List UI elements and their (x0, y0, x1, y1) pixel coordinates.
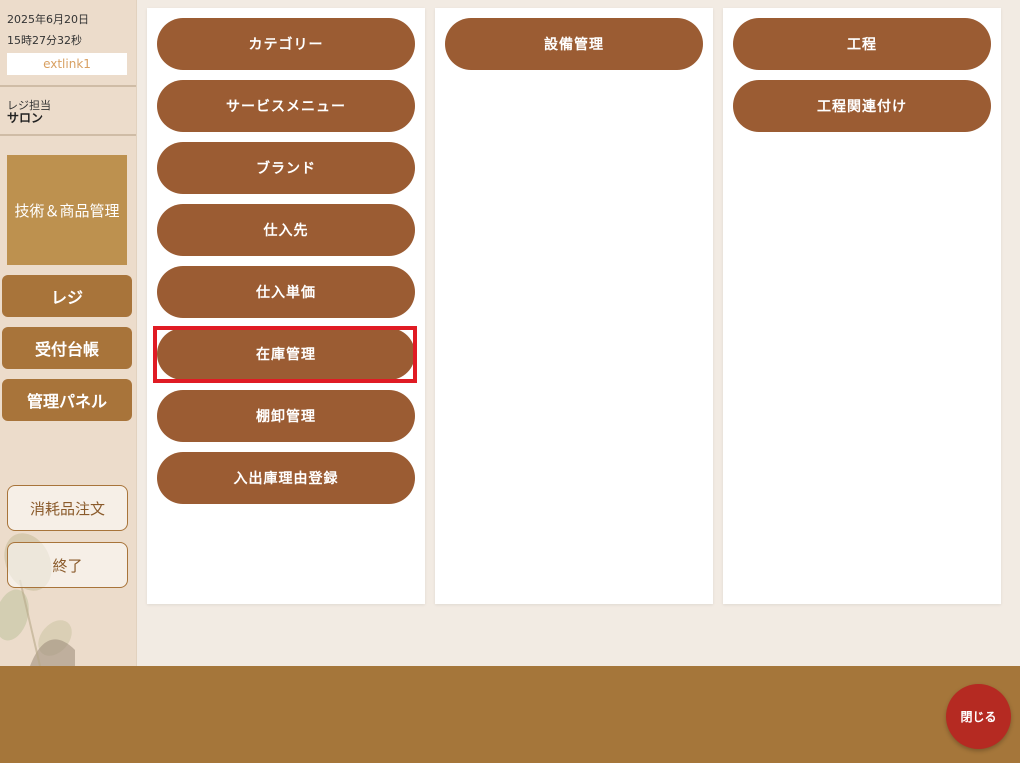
process-association-button[interactable]: 工程関連付け (733, 80, 991, 132)
footer-bar (0, 666, 1020, 763)
supplier-button[interactable]: 仕入先 (157, 204, 415, 256)
equipment-management-button[interactable]: 設備管理 (445, 18, 703, 70)
category-button[interactable]: カテゴリー (157, 18, 415, 70)
purchase-price-button[interactable]: 仕入単価 (157, 266, 415, 318)
current-date: 2025年6月20日 (7, 13, 89, 26)
current-time: 15時27分32秒 (7, 34, 82, 47)
process-button[interactable]: 工程 (733, 18, 991, 70)
sidebar: 2025年6月20日 15時27分32秒 extlink1 レジ担当 サロン 技… (0, 0, 137, 666)
stocktaking-button[interactable]: 棚卸管理 (157, 390, 415, 442)
brand-button[interactable]: ブランド (157, 142, 415, 194)
exit-button[interactable]: 終了 (7, 542, 128, 588)
nav-admin-panel-button[interactable]: 管理パネル (2, 379, 132, 421)
current-section-block: 技術＆商品管理 (7, 155, 127, 265)
supplies-order-button[interactable]: 消耗品注文 (7, 485, 128, 531)
staff-name: サロン (7, 111, 44, 125)
inventory-management-button[interactable]: 在庫管理 (157, 328, 415, 380)
nav-reception-ledger-button[interactable]: 受付台帳 (2, 327, 132, 369)
ext-link[interactable]: extlink1 (7, 53, 127, 75)
nav-register-button[interactable]: レジ (2, 275, 132, 317)
divider (0, 134, 136, 136)
divider (0, 85, 136, 87)
menu-panel-products: カテゴリー サービスメニュー ブランド 仕入先 仕入単価 在庫管理 棚卸管理 入… (147, 8, 425, 604)
menu-panel-process: 工程 工程関連付け (723, 8, 1001, 604)
menu-panel-equipment: 設備管理 (435, 8, 713, 604)
stock-reason-registration-button[interactable]: 入出庫理由登録 (157, 452, 415, 504)
service-menu-button[interactable]: サービスメニュー (157, 80, 415, 132)
close-button[interactable]: 閉じる (946, 684, 1011, 749)
